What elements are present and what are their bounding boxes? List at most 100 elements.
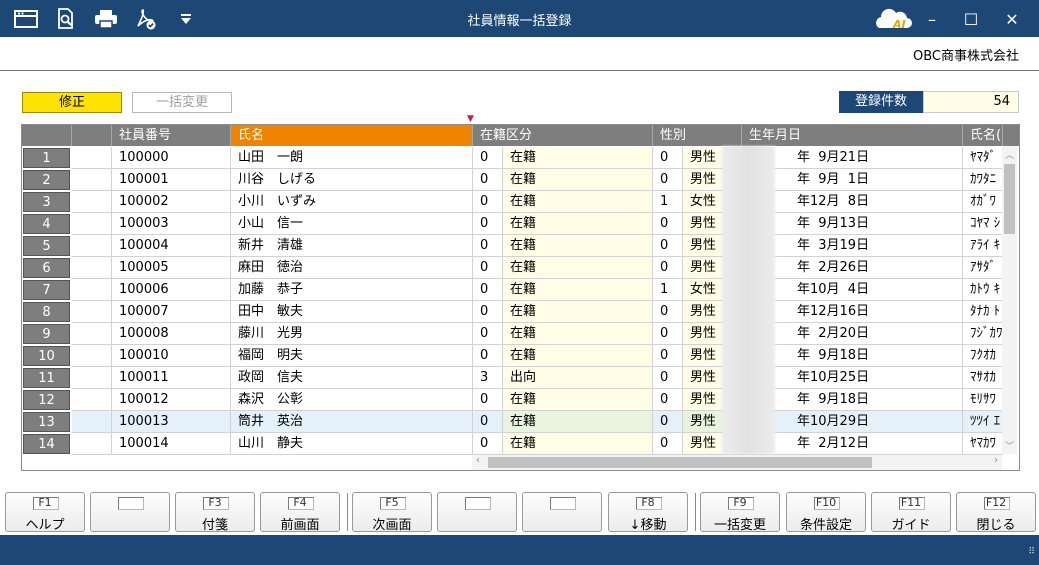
cell-kana[interactable]: ｵｶﾞﾜ <box>963 191 1003 213</box>
cell-name[interactable]: 加藤 恭子 <box>231 279 473 301</box>
cell-kana[interactable]: ｱｻﾀﾞ <box>963 257 1003 279</box>
cell-status[interactable]: 在籍 <box>503 389 653 411</box>
cell-status-code[interactable]: 0 <box>473 169 503 191</box>
table-row[interactable]: 1 100000 山田 一朗 0 在籍 0 男性年 9月21日 ﾔﾏﾀﾞ <box>22 147 1003 169</box>
cell-name[interactable]: 森沢 公彰 <box>231 389 473 411</box>
cell-blank[interactable] <box>72 147 112 169</box>
cell-name[interactable]: 政岡 信夫 <box>231 367 473 389</box>
cell-name[interactable]: 藤川 光男 <box>231 323 473 345</box>
fkey-button-f3[interactable]: F3 付箋 <box>175 492 255 533</box>
cell-status[interactable]: 在籍 <box>503 147 653 169</box>
row-number[interactable]: 10 <box>23 346 70 366</box>
cell-name[interactable]: 新井 清雄 <box>231 235 473 257</box>
table-row[interactable]: 3 100002 小川 いずみ 0 在籍 1 女性 年12月 8日 ｵｶﾞﾜ <box>22 191 1003 213</box>
cell-birthdate[interactable]: 年12月16日 <box>742 301 963 323</box>
cell-status-code[interactable]: 0 <box>473 389 503 411</box>
cell-blank[interactable] <box>72 433 112 455</box>
vertical-scrollbar[interactable]: ︿ ﹀ <box>1002 146 1017 454</box>
fkey-button-f8[interactable]: F8 ↓移動 <box>608 492 688 533</box>
fkey-button-f1[interactable]: F1 ヘルプ <box>5 492 85 533</box>
row-number[interactable]: 3 <box>23 192 70 212</box>
table-row[interactable]: 4 100003 小山 信一 0 在籍 0 男性年 9月13日 ｺﾔﾏ ｼ <box>22 213 1003 235</box>
horizontal-scroll-thumb[interactable] <box>488 457 872 468</box>
cell-status-code[interactable]: 0 <box>473 191 503 213</box>
cell-kana[interactable]: ﾔﾏｶﾜ <box>963 433 1003 455</box>
cell-blank[interactable] <box>72 191 112 213</box>
cell-name[interactable]: 山田 一朗 <box>231 147 473 169</box>
cell-status[interactable]: 在籍 <box>503 301 653 323</box>
header-name[interactable]: 氏名 <box>231 125 473 146</box>
cell-gender-code[interactable]: 0 <box>653 147 683 169</box>
cell-gender-code[interactable]: 1 <box>653 191 683 213</box>
cell-status[interactable]: 在籍 <box>503 411 653 433</box>
cell-gender-code[interactable]: 0 <box>653 301 683 323</box>
table-row[interactable]: 2 100001 川谷 しげる 0 在籍 0 男性年 9月 1日 ｶﾜﾀﾆ <box>22 169 1003 191</box>
cell-kana[interactable]: ﾏｻｵｶ <box>963 367 1003 389</box>
cell-status-code[interactable]: 0 <box>473 433 503 455</box>
cell-kana[interactable]: ﾌｸｵｶ <box>963 345 1003 367</box>
cell-kana[interactable]: ｺﾔﾏ ｼ <box>963 213 1003 235</box>
cell-name[interactable]: 小山 信一 <box>231 213 473 235</box>
cell-employee-id[interactable]: 100013 <box>112 411 231 433</box>
cell-employee-id[interactable]: 100003 <box>112 213 231 235</box>
cell-birthdate[interactable]: 年 3月19日 <box>742 235 963 257</box>
cell-birthdate[interactable]: 年 2月12日 <box>742 433 963 455</box>
cell-birthdate[interactable]: 年 9月21日 <box>742 147 963 169</box>
cell-employee-id[interactable]: 100005 <box>112 257 231 279</box>
fkey-button-f12[interactable]: F12 閉じる <box>956 492 1036 533</box>
batch-change-mode-button[interactable]: 一括変更 <box>132 92 232 113</box>
close-button[interactable]: ✕ <box>998 6 1026 32</box>
fkey-button-f5[interactable]: F5 次画面 <box>352 492 432 533</box>
scroll-down-icon[interactable]: ﹀ <box>1005 439 1014 452</box>
cell-blank[interactable] <box>72 213 112 235</box>
row-number[interactable]: 8 <box>23 302 70 322</box>
fkey-button-blank-7[interactable] <box>522 492 602 532</box>
cell-status[interactable]: 在籍 <box>503 345 653 367</box>
table-row[interactable]: 8 100007 田中 敏夫 0 在籍 0 男性 年12月16日 ﾀﾅｶ ﾄ <box>22 301 1003 323</box>
cell-status-code[interactable]: 0 <box>473 257 503 279</box>
cell-kana[interactable]: ﾓﾘｻﾜ <box>963 389 1003 411</box>
row-number[interactable]: 5 <box>23 236 70 256</box>
cell-employee-id[interactable]: 100006 <box>112 279 231 301</box>
cell-status-code[interactable]: 0 <box>473 301 503 323</box>
cell-status-code[interactable]: 0 <box>473 235 503 257</box>
cell-status[interactable]: 在籍 <box>503 279 653 301</box>
cell-status-code[interactable]: 0 <box>473 323 503 345</box>
cell-blank[interactable] <box>72 279 112 301</box>
cell-status-code[interactable]: 0 <box>473 279 503 301</box>
table-row[interactable]: 10 100010 福岡 明夫 0 在籍 0 男性年 9月18日 ﾌｸｵｶ <box>22 345 1003 367</box>
cell-status-code[interactable]: 0 <box>473 147 503 169</box>
cell-name[interactable]: 麻田 徳治 <box>231 257 473 279</box>
cell-status[interactable]: 在籍 <box>503 169 653 191</box>
cell-employee-id[interactable]: 100012 <box>112 389 231 411</box>
row-number[interactable]: 7 <box>23 280 70 300</box>
cell-birthdate[interactable]: 年12月 8日 <box>742 191 963 213</box>
column-split-marker-icon[interactable]: ▼ <box>467 114 475 124</box>
cell-blank[interactable] <box>72 169 112 191</box>
cell-blank[interactable] <box>72 323 112 345</box>
vertical-scroll-thumb[interactable] <box>1004 164 1015 234</box>
cell-gender-code[interactable]: 1 <box>653 279 683 301</box>
resize-grip-icon[interactable]: ⠿ <box>1023 548 1035 562</box>
cell-birthdate[interactable]: 年 2月20日 <box>742 323 963 345</box>
cell-blank[interactable] <box>72 235 112 257</box>
cell-status[interactable]: 在籍 <box>503 213 653 235</box>
cell-name[interactable]: 田中 敏夫 <box>231 301 473 323</box>
table-row[interactable]: 13 100013 筒井 英治 0 在籍 0 男性 年10月29日 ﾂﾂｲ ｴ <box>22 411 1003 433</box>
cell-blank[interactable] <box>72 345 112 367</box>
ai-cloud-icon[interactable]: AI <box>873 8 913 31</box>
cell-gender-code[interactable]: 0 <box>653 411 683 433</box>
cell-employee-id[interactable]: 100000 <box>112 147 231 169</box>
cell-gender-code[interactable]: 0 <box>653 323 683 345</box>
cell-employee-id[interactable]: 100001 <box>112 169 231 191</box>
row-number[interactable]: 14 <box>23 434 70 454</box>
cell-employee-id[interactable]: 100007 <box>112 301 231 323</box>
cell-gender-code[interactable]: 0 <box>653 345 683 367</box>
cell-gender-code[interactable]: 0 <box>653 367 683 389</box>
header-employee-id[interactable]: 社員番号 <box>112 125 231 146</box>
cell-status[interactable]: 在籍 <box>503 323 653 345</box>
fkey-button-f10[interactable]: F10 条件設定 <box>786 492 866 533</box>
cell-kana[interactable]: ｱﾗｲ ｷ <box>963 235 1003 257</box>
scroll-left-icon[interactable]: ‹ <box>476 455 480 466</box>
cell-status-code[interactable]: 0 <box>473 213 503 235</box>
